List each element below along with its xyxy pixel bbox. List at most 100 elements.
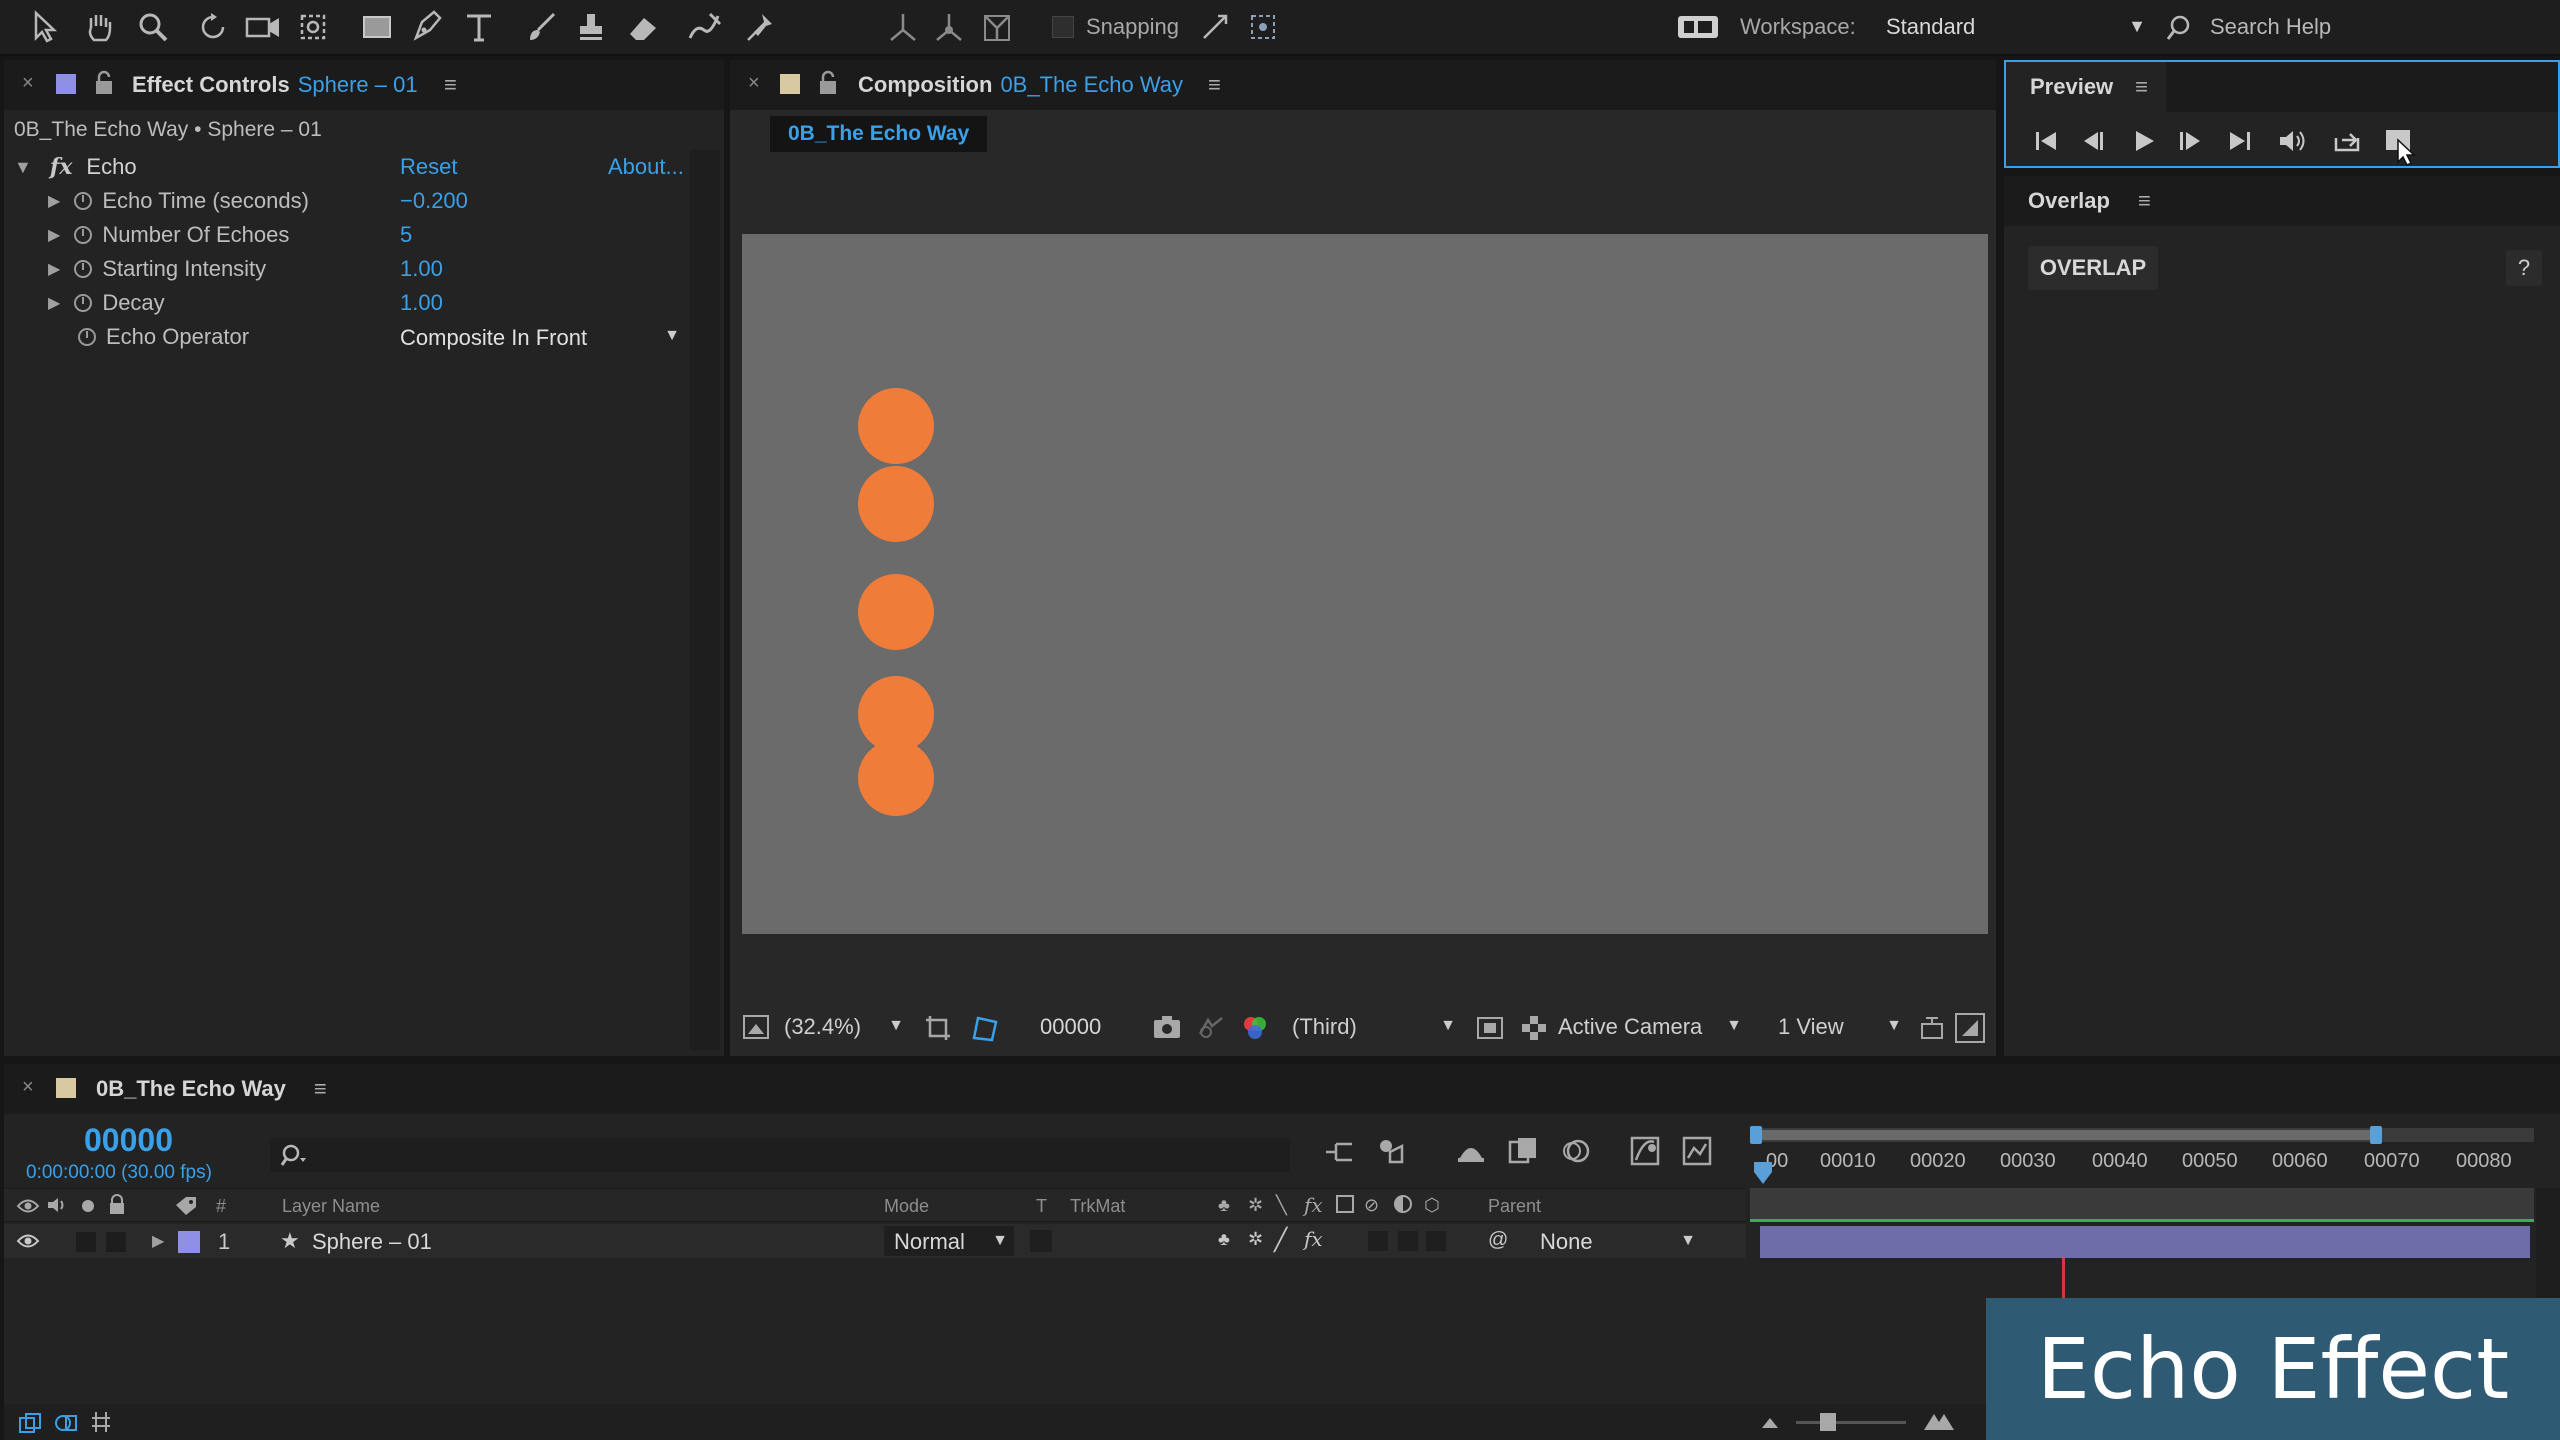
next-frame-icon[interactable]	[2176, 128, 2204, 154]
search-help-input[interactable]: Search Help	[2210, 14, 2510, 40]
slider-thumb[interactable]	[1820, 1413, 1836, 1431]
transparency-grid-icon[interactable]	[970, 1014, 998, 1042]
lock-icon[interactable]	[818, 70, 838, 96]
region-of-interest-icon[interactable]	[924, 1014, 952, 1042]
fx-switch-icon[interactable]: fx	[1304, 1227, 1323, 1251]
scrollbar[interactable]	[690, 150, 720, 1050]
lock-icon[interactable]	[94, 70, 114, 96]
param-value[interactable]: −0.200	[400, 188, 468, 214]
roto-brush-tool-icon[interactable]	[686, 10, 724, 44]
stopwatch-icon[interactable]	[78, 328, 96, 346]
pan-behind-tool-icon[interactable]	[296, 10, 330, 44]
in-out-toggle-icon[interactable]	[90, 1410, 112, 1434]
reset-link[interactable]: Reset	[400, 154, 457, 180]
previous-frame-icon[interactable]	[2080, 128, 2108, 154]
frame-blend-checkbox[interactable]	[1368, 1231, 1388, 1251]
layer-label-color[interactable]	[178, 1231, 200, 1253]
draft-3d-icon[interactable]	[1374, 1134, 1410, 1168]
pen-tool-icon[interactable]	[410, 8, 444, 44]
transfer-controls-toggle-icon[interactable]	[54, 1412, 78, 1434]
clone-stamp-tool-icon[interactable]	[574, 10, 608, 44]
param-row-number-of-echoes[interactable]: ▶ Number Of Echoes 5	[48, 218, 688, 252]
eraser-tool-icon[interactable]	[626, 10, 660, 44]
video-eye-icon[interactable]	[16, 1197, 40, 1215]
work-area-start-handle[interactable]	[1750, 1126, 1762, 1144]
zoom-in-icon[interactable]	[1922, 1410, 1956, 1432]
resolution-select[interactable]: (Third) ▼	[1292, 1014, 1456, 1042]
puppet-pin-tool-icon[interactable]	[744, 10, 778, 44]
comp-mini-flowchart-icon[interactable]	[1322, 1136, 1356, 1168]
fx-icon[interactable]: fx	[50, 154, 73, 180]
param-value[interactable]: 1.00	[400, 256, 443, 282]
tab-timeline[interactable]: 0B_The Echo Way ≡	[96, 1064, 327, 1114]
workspace-icon[interactable]	[1676, 14, 1720, 40]
param-row-echo-operator[interactable]: Echo Operator Composite In Front ▼	[48, 320, 688, 354]
tab-effect-controls[interactable]: Effect Controls Sphere – 01	[132, 60, 418, 110]
view-axis-mode-icon[interactable]	[980, 10, 1014, 44]
frame-blending-icon[interactable]	[1506, 1134, 1540, 1168]
brainstorm-icon[interactable]	[1680, 1134, 1714, 1168]
param-row-echo-time[interactable]: ▶ Echo Time (seconds) −0.200	[48, 184, 688, 218]
panel-menu-icon[interactable]: ≡	[314, 1076, 327, 1102]
lock-icon[interactable]	[108, 1194, 126, 1216]
work-area-end-handle[interactable]	[2370, 1126, 2382, 1144]
snap-features-icon[interactable]	[1246, 10, 1280, 44]
pick-whip-icon[interactable]: @	[1488, 1229, 1508, 1252]
quality-switch-icon[interactable]: ╱	[1274, 1227, 1287, 1253]
expand-triangle-icon[interactable]: ▶	[48, 225, 60, 245]
overlap-help-button[interactable]: ?	[2506, 250, 2542, 286]
column-layer-name[interactable]: Layer Name	[282, 1196, 380, 1217]
expand-triangle-icon[interactable]: ▶	[48, 259, 60, 279]
param-value[interactable]: 5	[400, 222, 412, 248]
shy-switch-icon[interactable]: ♣	[1218, 1229, 1230, 1250]
magnification-select[interactable]: (32.4%) ▼	[784, 1014, 904, 1042]
fast-previews-icon[interactable]	[1476, 1014, 1504, 1042]
work-area-range[interactable]	[1750, 1130, 2374, 1140]
preserve-transparency-checkbox[interactable]	[1030, 1230, 1052, 1252]
3d-layer-checkbox[interactable]	[1426, 1231, 1446, 1251]
expand-triangle-icon[interactable]: ▶	[48, 293, 60, 313]
stopwatch-icon[interactable]	[74, 226, 93, 244]
snapping-checkbox[interactable]	[1052, 16, 1074, 38]
motion-blur-checkbox[interactable]	[1398, 1231, 1418, 1251]
panel-menu-icon[interactable]: ≡	[1208, 72, 1221, 98]
layer-search-field[interactable]	[270, 1138, 1290, 1172]
graph-editor-icon[interactable]	[1628, 1134, 1662, 1168]
solo-checkbox[interactable]	[76, 1232, 96, 1252]
close-icon[interactable]: ×	[22, 72, 34, 95]
current-time-display[interactable]: 00000	[1040, 1014, 1101, 1040]
timeline-timecode[interactable]: 00000	[84, 1122, 173, 1159]
panel-menu-icon[interactable]: ≡	[2135, 74, 2148, 100]
stopwatch-icon[interactable]	[74, 260, 93, 278]
composition-canvas[interactable]	[742, 234, 1988, 934]
always-preview-icon[interactable]	[742, 1014, 770, 1040]
camera-view-select[interactable]: Active Camera ▼	[1558, 1014, 1742, 1042]
loop-icon[interactable]	[2332, 126, 2364, 156]
show-snapshot-icon[interactable]	[1196, 1014, 1226, 1040]
expand-triangle-icon[interactable]: ▶	[152, 1231, 164, 1251]
view-layout-select[interactable]: 1 View ▼	[1778, 1014, 1902, 1042]
selection-tool-icon[interactable]	[30, 10, 60, 44]
expand-triangle-icon[interactable]: ▶	[48, 191, 60, 211]
rectangle-tool-icon[interactable]	[360, 10, 394, 44]
tab-composition[interactable]: Composition 0B_The Echo Way	[858, 60, 1183, 110]
panel-menu-icon[interactable]: ≡	[2138, 188, 2151, 214]
toggle-transparency-icon[interactable]	[1520, 1014, 1548, 1042]
type-tool-icon[interactable]	[462, 10, 496, 44]
table-row[interactable]: ▶ 1 ★ Sphere – 01 Normal ▼ ♣ ✲ ╱ fx @ No…	[4, 1224, 1746, 1258]
world-axis-mode-icon[interactable]	[932, 10, 966, 44]
snapshot-camera-icon[interactable]	[1152, 1014, 1182, 1040]
workspace-select[interactable]: Standard ▼	[1886, 10, 2146, 46]
effect-row-echo[interactable]: ▼ fx Echo Reset About...	[14, 150, 694, 184]
lock-checkbox[interactable]	[106, 1232, 126, 1252]
tab-overlap[interactable]: Overlap ≡	[2028, 176, 2151, 226]
composition-flow-tab[interactable]: 0B_The Echo Way	[770, 116, 988, 152]
zoom-out-icon[interactable]	[1760, 1416, 1780, 1430]
toggle-pixel-aspect-icon[interactable]	[1918, 1014, 1946, 1042]
param-row-starting-intensity[interactable]: ▶ Starting Intensity 1.00	[48, 252, 688, 286]
audio-speaker-icon[interactable]	[2276, 126, 2308, 156]
tab-preview[interactable]: Preview ≡	[2006, 62, 2166, 112]
layer-duration-bar[interactable]	[1760, 1226, 2530, 1258]
about-link[interactable]: About...	[608, 154, 684, 180]
hand-tool-icon[interactable]	[82, 10, 116, 44]
